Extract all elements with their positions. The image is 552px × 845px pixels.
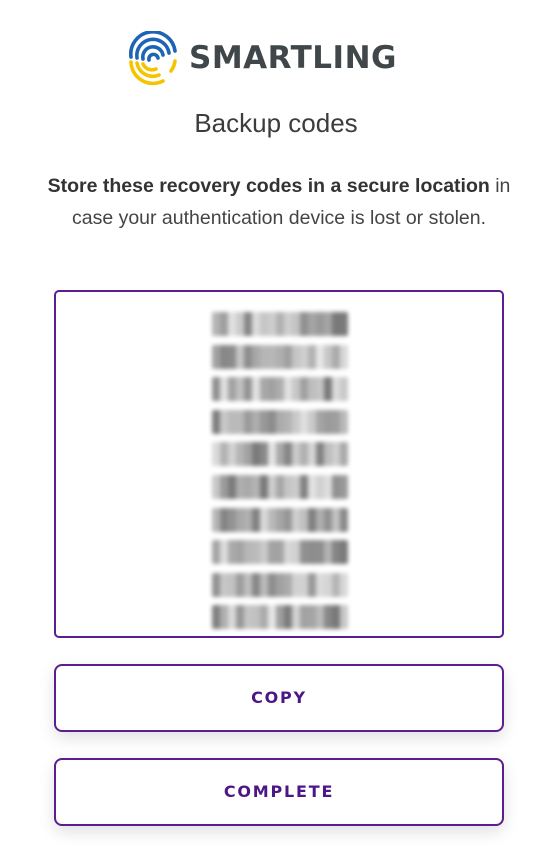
backup-codes-page: SMARTLING Backup codes Store these recov… bbox=[0, 0, 552, 845]
smartling-fingerprint-icon bbox=[129, 31, 177, 85]
recovery-code bbox=[212, 572, 348, 597]
recovery-code bbox=[212, 377, 348, 402]
recovery-codes-list bbox=[212, 312, 348, 638]
recovery-code bbox=[212, 344, 348, 369]
recovery-code bbox=[212, 312, 348, 336]
recovery-code bbox=[212, 474, 348, 499]
page-description: Store these recovery codes in a secure l… bbox=[46, 170, 512, 234]
recovery-codes-box bbox=[54, 290, 504, 638]
smartling-logo: SMARTLING bbox=[127, 31, 397, 85]
recovery-code bbox=[212, 442, 348, 467]
brand-name: SMARTLING bbox=[189, 40, 397, 76]
complete-button[interactable]: COMPLETE bbox=[54, 758, 504, 826]
description-emphasis: Store these recovery codes in a secure l… bbox=[47, 175, 490, 197]
recovery-code bbox=[212, 605, 348, 630]
recovery-code bbox=[212, 540, 348, 565]
recovery-code bbox=[212, 507, 348, 532]
page-title: Backup codes bbox=[194, 108, 358, 138]
recovery-code bbox=[212, 409, 348, 434]
copy-button[interactable]: COPY bbox=[54, 664, 504, 732]
